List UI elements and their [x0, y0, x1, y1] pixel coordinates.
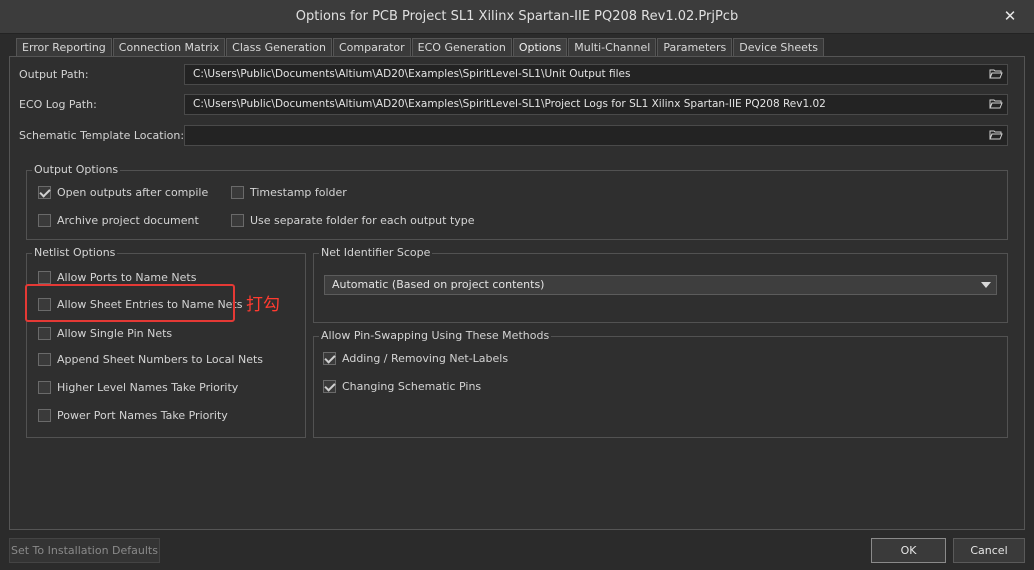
allow-single-pin-checkbox[interactable]: Allow Single Pin Nets	[38, 327, 172, 340]
eco-log-path-value: C:\Users\Public\Documents\Altium\AD20\Ex…	[193, 98, 826, 110]
higher-level-names-checkbox[interactable]: Higher Level Names Take Priority	[38, 381, 238, 394]
checkbox-box[interactable]	[323, 380, 336, 393]
checkbox-label: Higher Level Names Take Priority	[57, 381, 239, 394]
checkbox-label: Adding / Removing Net-Labels	[342, 352, 509, 365]
ok-button[interactable]: OK	[871, 538, 946, 563]
checkbox-box[interactable]	[231, 214, 244, 227]
checkbox-box[interactable]	[38, 353, 51, 366]
eco-log-path-field[interactable]: C:\Users\Public\Documents\Altium\AD20\Ex…	[184, 94, 1008, 115]
window-title: Options for PCB Project SL1 Xilinx Spart…	[295, 9, 739, 24]
checkbox-label: Archive project document	[57, 214, 199, 227]
archive-project-checkbox[interactable]: Archive project document	[38, 214, 199, 227]
pin-swapping-title: Allow Pin-Swapping Using These Methods	[319, 329, 552, 342]
checkbox-label: Open outputs after compile	[57, 186, 209, 199]
output-options-title: Output Options	[32, 163, 121, 176]
schematic-template-label: Schematic Template Location:	[19, 129, 185, 142]
output-path-field[interactable]: C:\Users\Public\Documents\Altium\AD20\Ex…	[184, 64, 1008, 85]
schematic-template-field[interactable]	[184, 125, 1008, 146]
net-identifier-selected: Automatic (Based on project contents)	[332, 278, 545, 291]
checkbox-box[interactable]	[38, 214, 51, 227]
net-identifier-select[interactable]: Automatic (Based on project contents)	[324, 275, 997, 295]
annotation-highlight-box	[25, 284, 235, 322]
power-port-names-checkbox[interactable]: Power Port Names Take Priority	[38, 409, 228, 422]
checkbox-box[interactable]	[38, 186, 51, 199]
checkbox-box[interactable]	[38, 327, 51, 340]
adding-removing-net-labels-checkbox[interactable]: Adding / Removing Net-Labels	[323, 352, 508, 365]
checkbox-box[interactable]	[38, 381, 51, 394]
output-path-label: Output Path:	[19, 68, 89, 81]
tab-device-sheets[interactable]: Device Sheets	[733, 38, 824, 57]
checkbox-label: Use separate folder for each output type	[250, 214, 475, 227]
tab-strip: Error Reporting Connection Matrix Class …	[16, 38, 825, 58]
netlist-options-title: Netlist Options	[32, 246, 118, 259]
checkbox-label: Timestamp folder	[250, 186, 347, 199]
append-sheet-numbers-checkbox[interactable]: Append Sheet Numbers to Local Nets	[38, 353, 263, 366]
title-bar: Options for PCB Project SL1 Xilinx Spart…	[0, 0, 1034, 34]
checkbox-box[interactable]	[38, 409, 51, 422]
output-options-group: Output Options	[26, 163, 1008, 240]
cancel-button[interactable]: Cancel	[953, 538, 1025, 563]
changing-schematic-pins-checkbox[interactable]: Changing Schematic Pins	[323, 380, 481, 393]
checkbox-box[interactable]	[231, 186, 244, 199]
folder-open-icon[interactable]	[989, 129, 1003, 141]
tab-parameters[interactable]: Parameters	[657, 38, 733, 57]
open-outputs-checkbox[interactable]: Open outputs after compile	[38, 186, 208, 199]
output-path-value: C:\Users\Public\Documents\Altium\AD20\Ex…	[193, 68, 631, 80]
set-installation-defaults-button[interactable]: Set To Installation Defaults	[9, 538, 160, 563]
chevron-down-icon[interactable]	[981, 282, 991, 288]
checkbox-box[interactable]	[323, 352, 336, 365]
checkbox-label: Power Port Names Take Priority	[57, 409, 228, 422]
checkbox-label: Allow Ports to Name Nets	[57, 271, 197, 284]
separate-folder-checkbox[interactable]: Use separate folder for each output type	[231, 214, 475, 227]
tab-eco-generation[interactable]: ECO Generation	[411, 38, 512, 57]
net-identifier-title: Net Identifier Scope	[319, 246, 433, 259]
tab-multi-channel[interactable]: Multi-Channel	[568, 38, 657, 57]
close-icon[interactable]: ✕	[1000, 6, 1020, 26]
checkbox-box[interactable]	[38, 271, 51, 284]
tab-comparator[interactable]: Comparator	[332, 38, 411, 57]
tab-class-generation[interactable]: Class Generation	[226, 38, 332, 57]
tab-options[interactable]: Options	[512, 38, 568, 58]
eco-log-path-label: ECO Log Path:	[19, 98, 97, 111]
folder-open-icon[interactable]	[989, 68, 1003, 80]
allow-ports-checkbox[interactable]: Allow Ports to Name Nets	[38, 271, 196, 284]
checkbox-label: Append Sheet Numbers to Local Nets	[57, 353, 264, 366]
checkbox-label: Changing Schematic Pins	[342, 380, 482, 393]
annotation-text: 打勾	[246, 295, 280, 315]
folder-open-icon[interactable]	[989, 98, 1003, 110]
checkbox-label: Allow Single Pin Nets	[57, 327, 173, 340]
tab-connection-matrix[interactable]: Connection Matrix	[112, 38, 226, 57]
timestamp-folder-checkbox[interactable]: Timestamp folder	[231, 186, 347, 199]
tab-error-reporting[interactable]: Error Reporting	[16, 38, 112, 57]
